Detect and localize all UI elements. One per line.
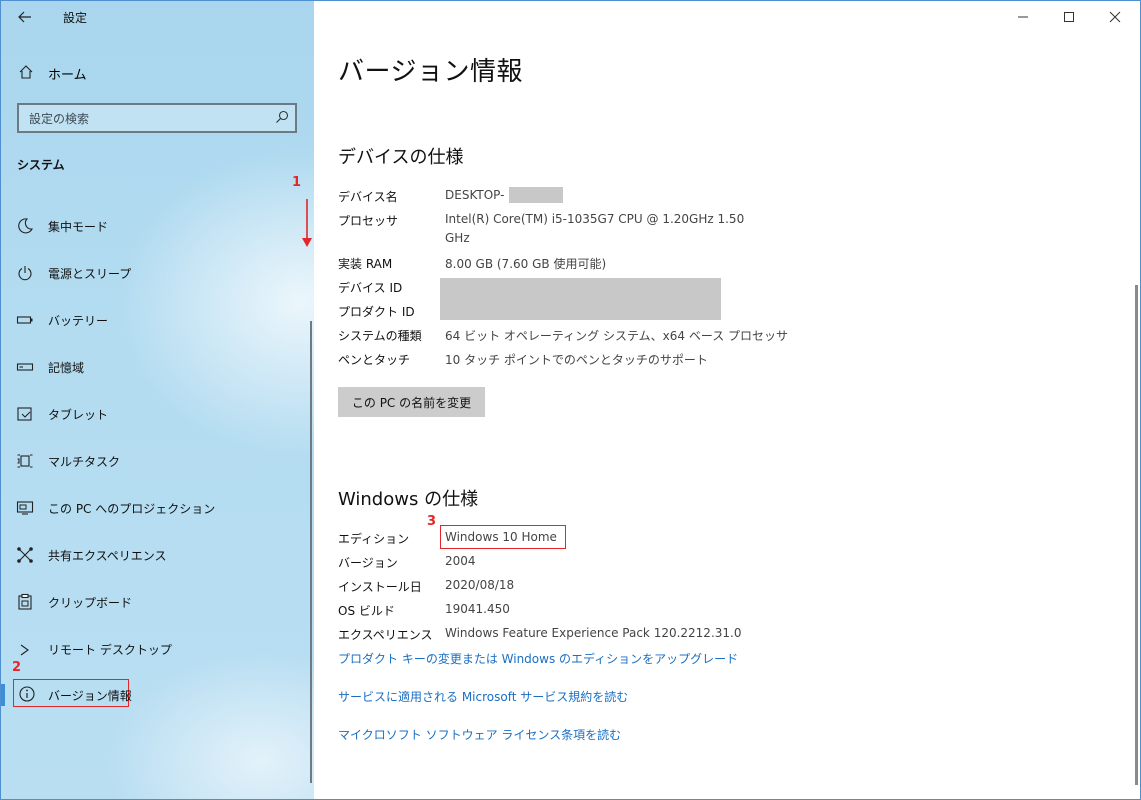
device-name-label: デバイス名 [338,190,398,204]
install-date-value: 2020/08/18 [445,578,515,592]
close-button[interactable] [1092,1,1138,33]
window-caption-buttons [1000,1,1140,33]
pen-touch-value: 10 タッチ ポイントでのペンとタッチのサポート [445,353,708,367]
sidebar-item-multitasking[interactable]: マルチタスク [1,444,314,478]
close-icon [1109,11,1121,23]
storage-icon [16,363,34,371]
product-id-label: プロダクト ID [338,305,415,319]
processor-value-line2: GHz [445,231,470,245]
content-scrollbar[interactable] [1135,285,1138,785]
os-build-value: 19041.450 [445,602,510,616]
annotation-number-3: 3 [427,514,437,529]
license-terms-link[interactable]: マイクロソフト ソフトウェア ライセンス条項を読む [338,726,621,743]
redaction-ids [440,278,721,320]
settings-window: 設定 ホーム システム 集中モード [0,0,1141,800]
processor-label: プロセッサ [338,214,399,228]
section-title-system: システム [17,158,65,172]
app-title: 設定 [63,11,88,25]
processor-value-line1: Intel(R) Core(TM) i5-1035G7 CPU @ 1.20GH… [445,212,745,226]
tablet-icon [17,407,32,421]
sidebar-item-label: タブレット [48,408,109,422]
titlebar-left: 設定 [1,1,314,33]
upgrade-edition-link[interactable]: プロダクト キーの変更または Windows のエディションをアップグレード [338,650,738,667]
sidebar-item-label: クリップボード [48,596,133,610]
projection-icon [16,501,34,515]
version-label: バージョン [338,556,398,570]
experience-label: エクスペリエンス [338,628,433,642]
power-icon [18,266,32,281]
edition-label: エディション [338,532,410,546]
sidebar-item-label: 記憶域 [48,361,85,375]
back-arrow-icon [18,11,31,23]
edition-value: Windows 10 Home [445,530,557,544]
sidebar-item-clipboard[interactable]: クリップボード [1,585,314,619]
sidebar-item-shared-experiences[interactable]: 共有エクスペリエンス [1,538,314,572]
sidebar-item-storage[interactable]: 記憶域 [1,350,314,384]
sidebar-item-battery[interactable]: バッテリー [1,303,314,337]
device-id-label: デバイス ID [338,281,403,295]
annotation-number-2: 2 [12,660,22,675]
ram-label: 実装 RAM [338,257,393,271]
pen-touch-label: ペンとタッチ [338,353,411,367]
redaction-device-name [509,187,563,203]
sidebar-item-power-sleep[interactable]: 電源とスリープ [1,256,314,290]
maximize-icon [1064,12,1074,22]
back-button[interactable] [15,7,35,27]
sidebar-item-focus-assist[interactable]: 集中モード [1,209,314,243]
sidebar-item-tablet[interactable]: タブレット [1,397,314,431]
sidebar-item-about[interactable]: バージョン情報 [1,678,314,712]
system-type-label: システムの種類 [338,329,422,343]
ram-value: 8.00 GB (7.60 GB 使用可能) [445,257,607,271]
sidebar-item-label: バージョン情報 [48,689,132,703]
device-spec-heading: デバイスの仕様 [338,147,464,168]
main-content: バージョン情報 デバイスの仕様 デバイス名 DESKTOP- プロセッサ Int… [314,1,1140,799]
page-title: バージョン情報 [338,57,523,87]
home-icon [19,65,33,79]
search-input[interactable] [27,109,271,129]
os-build-label: OS ビルド [338,604,395,618]
moon-icon [18,218,33,234]
system-type-value: 64 ビット オペレーティング システム、x64 ベース プロセッサ [445,329,789,343]
sidebar-item-label: バッテリー [48,314,109,328]
info-icon [19,686,35,702]
windows-spec-heading: Windows の仕様 [338,489,479,510]
shared-icon [17,547,33,563]
home-label: ホーム [48,68,87,83]
remote-desktop-icon [20,644,29,656]
device-name-value: DESKTOP- [445,188,505,202]
minimize-button[interactable] [1000,1,1046,33]
sidebar-item-remote-desktop[interactable]: リモート デスクトップ [1,632,314,666]
experience-value: Windows Feature Experience Pack 120.2212… [445,626,742,640]
selection-indicator [1,684,5,706]
battery-icon [16,316,33,324]
rename-pc-button[interactable]: この PC の名前を変更 [338,387,485,417]
sidebar-item-label: マルチタスク [48,455,121,469]
sidebar-item-label: 共有エクスペリエンス [48,549,167,563]
version-value: 2004 [445,554,476,568]
install-date-label: インストール日 [338,580,422,594]
sidebar-item-label: 電源とスリープ [48,267,132,281]
sidebar: 設定 ホーム システム 集中モード [1,1,314,799]
search-icon[interactable] [275,110,289,124]
sidebar-item-label: リモート デスクトップ [48,643,172,657]
search-box[interactable] [17,103,297,133]
minimize-icon [1018,16,1028,18]
maximize-button[interactable] [1046,1,1092,33]
sidebar-scrollbar[interactable] [310,321,312,783]
nav-home[interactable]: ホーム [1,59,314,87]
sidebar-item-projection[interactable]: この PC へのプロジェクション [1,491,314,525]
sidebar-item-label: この PC へのプロジェクション [48,502,216,516]
service-agreement-link[interactable]: サービスに適用される Microsoft サービス規約を読む [338,688,628,705]
multitask-icon [17,454,33,468]
clipboard-icon [18,593,32,610]
sidebar-item-label: 集中モード [48,220,109,234]
